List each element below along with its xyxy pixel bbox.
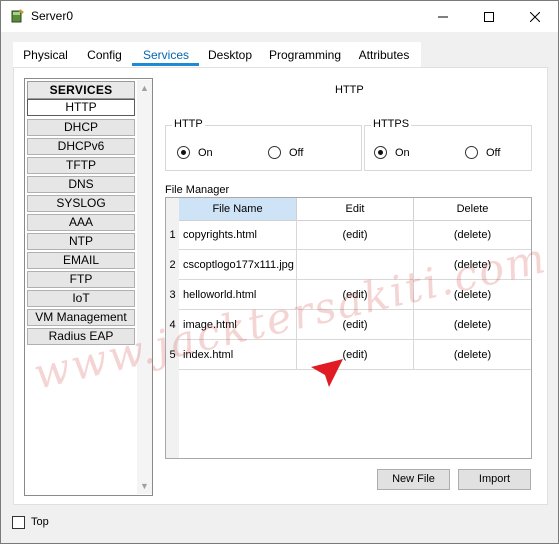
sidebar-item-dns[interactable]: DNS — [27, 176, 135, 193]
https-off-option[interactable]: Off — [465, 146, 500, 159]
new-file-button[interactable]: New File — [377, 469, 450, 490]
https-on-label: On — [395, 146, 410, 159]
red-arrow-pointer-icon — [311, 359, 343, 387]
sidebar-item-syslog[interactable]: SYSLOG — [27, 195, 135, 212]
https-group: HTTPS On Off — [364, 118, 532, 171]
sidebar-item-email[interactable]: EMAIL — [27, 252, 135, 269]
http-on-label: On — [198, 146, 213, 159]
https-group-label: HTTPS — [371, 118, 412, 130]
sidebar-header: SERVICES — [27, 81, 135, 99]
server-window: Server0 Physical Config Services Desktop… — [0, 0, 559, 544]
sidebar-item-dhcp[interactable]: DHCP — [27, 119, 135, 136]
sidebar-item-tftp[interactable]: TFTP — [27, 157, 135, 174]
sidebar-item-ftp[interactable]: FTP — [27, 271, 135, 288]
tab-physical[interactable]: Physical — [13, 42, 78, 68]
column-header-delete[interactable]: Delete — [414, 198, 531, 221]
minimize-button[interactable] — [421, 1, 465, 32]
sidebar-item-dhcpv6[interactable]: DHCPv6 — [27, 138, 135, 155]
maximize-button[interactable] — [467, 1, 511, 32]
sidebar-item-vm-management[interactable]: VM Management — [27, 309, 135, 326]
https-off-radio[interactable] — [465, 146, 478, 159]
close-button[interactable] — [513, 1, 557, 32]
column-header-edit[interactable]: Edit — [297, 198, 414, 221]
column-header-file-name[interactable]: File Name — [179, 198, 297, 221]
top-label: Top — [31, 516, 49, 528]
http-group: HTTP On Off — [165, 118, 362, 171]
top-checkbox[interactable] — [12, 516, 25, 529]
tab-attributes[interactable]: Attributes — [351, 42, 417, 68]
sidebar-item-http[interactable]: HTTP — [27, 99, 135, 116]
http-off-radio[interactable] — [268, 146, 281, 159]
active-tab-indicator — [132, 63, 199, 66]
sidebar-item-aaa[interactable]: AAA — [27, 214, 135, 231]
tab-desktop[interactable]: Desktop — [201, 42, 259, 68]
scroll-up-icon[interactable]: ▲ — [139, 82, 150, 93]
sidebar-item-ntp[interactable]: NTP — [27, 233, 135, 250]
server-app-icon — [10, 8, 26, 24]
file-name-cell[interactable]: copyrights.html — [179, 220, 297, 250]
minimize-icon — [438, 16, 448, 17]
sidebar-item-iot[interactable]: IoT — [27, 290, 135, 307]
file-name-cell[interactable]: cscoptlogo177x111.jpg — [179, 250, 297, 280]
row-number: 2 — [169, 259, 176, 271]
http-on-radio[interactable] — [177, 146, 190, 159]
http-on-option[interactable]: On — [177, 146, 213, 159]
tab-config[interactable]: Config — [78, 42, 131, 68]
title-bar[interactable]: Server0 — [1, 1, 558, 32]
scroll-down-icon[interactable]: ▼ — [139, 480, 150, 491]
import-button[interactable]: Import — [458, 469, 531, 490]
http-group-label: HTTP — [172, 118, 205, 130]
edit-link[interactable]: (edit) — [297, 220, 414, 250]
https-on-radio[interactable] — [374, 146, 387, 159]
row-number: 1 — [169, 229, 176, 241]
https-off-label: Off — [486, 146, 501, 159]
tab-programming[interactable]: Programming — [265, 42, 345, 68]
file-manager-label: File Manager — [165, 184, 230, 196]
https-on-option[interactable]: On — [374, 146, 410, 159]
window-title: Server0 — [31, 9, 74, 23]
close-icon — [530, 11, 540, 22]
maximize-icon — [484, 11, 494, 22]
http-off-option[interactable]: Off — [268, 146, 303, 159]
row-number: 3 — [169, 289, 176, 301]
http-off-label: Off — [289, 146, 304, 159]
service-title: HTTP — [335, 84, 364, 96]
